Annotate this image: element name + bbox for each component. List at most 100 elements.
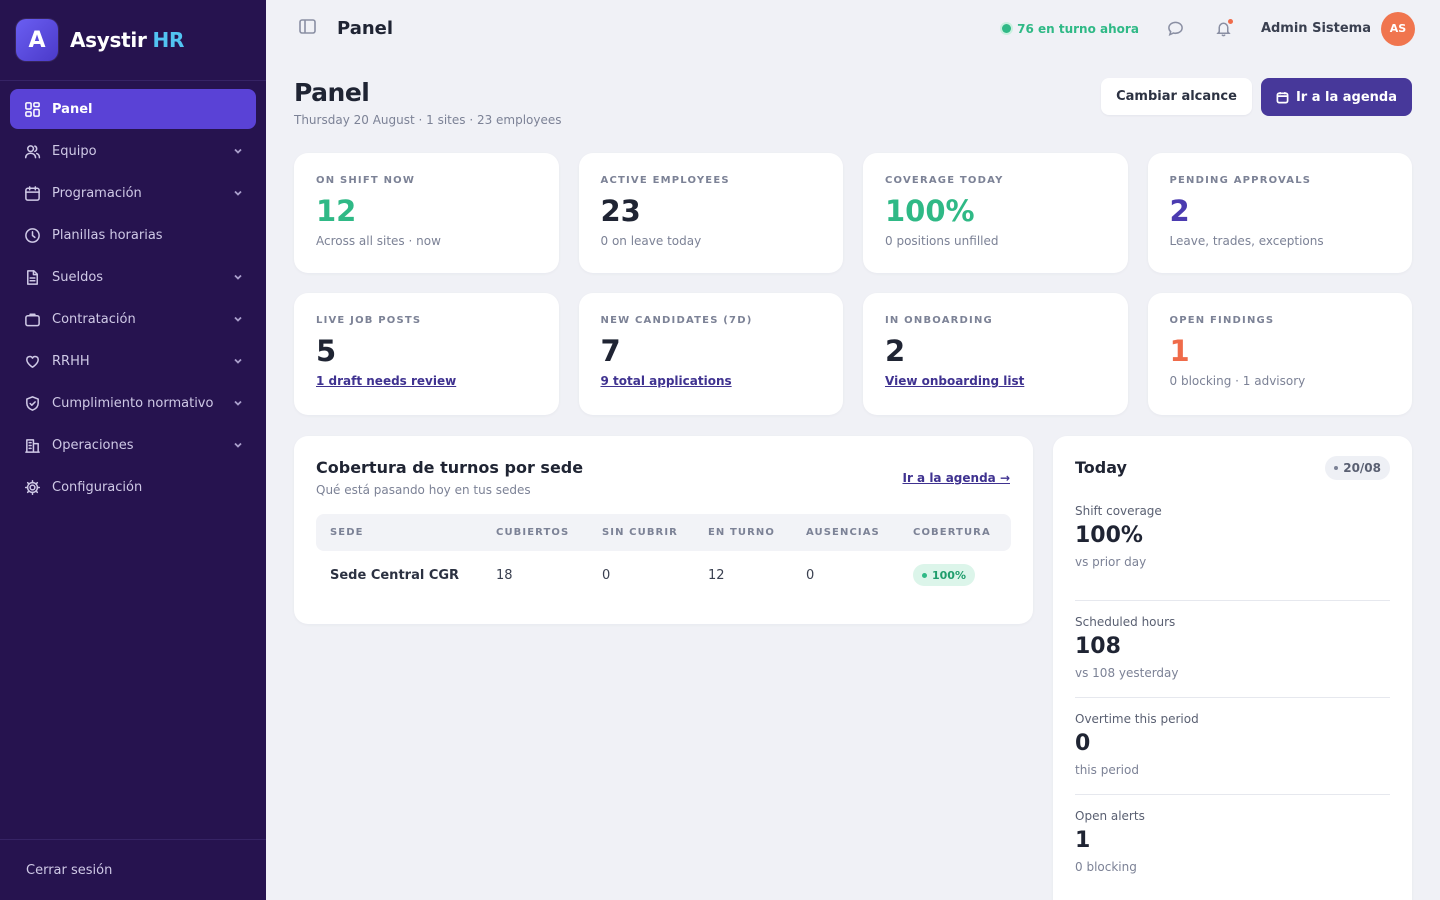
metric-shift-coverage: Shift coverage 100% vs prior day (1075, 504, 1390, 601)
table-row[interactable]: Sede Central CGR 18 0 12 0 100% (316, 551, 1011, 599)
total-applications-link[interactable]: 9 total applications (601, 374, 732, 388)
sidebar-nav: Panel Equipo Programación Planillas hora… (0, 81, 266, 507)
sidebar-item-programacion[interactable]: Programación (10, 173, 256, 213)
coverage-table: SEDE CUBIERTOS SIN CUBRIR EN TURNO AUSEN… (316, 514, 1011, 599)
site-name: Sede Central CGR (330, 567, 460, 583)
go-to-agenda-label: Ir a la agenda (1295, 89, 1397, 105)
stat-label: LIVE JOB POSTS (316, 315, 422, 326)
stat-card-open-findings[interactable]: OPEN FINDINGS 1 0 blocking · 1 advisory (1147, 293, 1412, 415)
page-header: Panel Thursday 20 August · 1 sites · 23 … (294, 78, 1412, 127)
header-actions: Cambiar alcance Ir a la agenda (1101, 78, 1412, 116)
stat-card-active-employees[interactable]: ACTIVE EMPLOYEES 23 0 on leave today (578, 153, 843, 273)
onboarding-list-link[interactable]: View onboarding list (885, 374, 1024, 388)
metric-label: Open alerts (1075, 809, 1145, 823)
metric-value: 0 (1075, 731, 1091, 756)
clock-icon (23, 226, 41, 244)
stat-note: 0 blocking · 1 advisory (1169, 373, 1306, 388)
absences-count: 0 (806, 567, 815, 583)
column-header[interactable]: SEDE (316, 527, 496, 538)
chevron-down-icon[interactable] (232, 397, 244, 409)
user-name[interactable]: Admin Sistema (1261, 21, 1371, 36)
topbar: Panel 76 en turno ahora Admin Sistema AS (266, 0, 1440, 57)
go-to-agenda-button[interactable]: Ir a la agenda (1260, 78, 1412, 116)
heart-icon (23, 352, 41, 370)
sidebar-toggle-icon[interactable] (298, 17, 317, 40)
chevron-down-icon[interactable] (232, 313, 244, 325)
date-badge-text: 20/08 (1343, 461, 1381, 475)
briefcase-icon (23, 310, 41, 328)
stat-label: COVERAGE TODAY (885, 175, 1004, 186)
dot-icon (1334, 466, 1339, 470)
stats-row-1: ON SHIFT NOW 12 Across all sites · now A… (294, 153, 1412, 273)
sidebar-item-label: Planillas horarias (52, 227, 163, 243)
column-header[interactable]: COBERTURA (913, 527, 1011, 538)
stat-note: Leave, trades, exceptions (1169, 233, 1324, 248)
stat-card-new-candidates[interactable]: NEW CANDIDATES (7D) 7 9 total applicatio… (578, 293, 843, 415)
coverage-cell: 100% (913, 564, 1011, 586)
stat-card-live-job-posts[interactable]: LIVE JOB POSTS 5 1 draft needs review (294, 293, 559, 415)
agenda-link[interactable]: Ir a la agenda → (902, 471, 1010, 485)
status-dot-icon (922, 572, 927, 578)
column-header[interactable]: AUSENCIAS (806, 527, 913, 538)
sidebar: A Asystir HR Panel Equipo Programación Pl… (0, 0, 266, 900)
sidebar-item-operaciones[interactable]: Operaciones (10, 425, 256, 465)
logout-button[interactable]: Cerrar sesión (0, 839, 266, 900)
topbar-title: Panel (337, 18, 394, 39)
sidebar-item-contratacion[interactable]: Contratación (10, 299, 256, 339)
column-header[interactable]: CUBIERTOS (496, 527, 602, 538)
draft-review-link[interactable]: 1 draft needs review (316, 374, 456, 388)
bell-icon[interactable] (1213, 18, 1235, 40)
change-scope-button[interactable]: Cambiar alcance (1101, 78, 1252, 115)
stat-card-on-shift[interactable]: ON SHIFT NOW 12 Across all sites · now (294, 153, 559, 273)
column-header[interactable]: SIN CUBRIR (602, 527, 708, 538)
sidebar-item-panel[interactable]: Panel (10, 89, 256, 129)
chevron-down-icon[interactable] (232, 187, 244, 199)
chevron-down-icon[interactable] (232, 355, 244, 367)
stat-value: 1 (1169, 334, 1190, 368)
sidebar-item-equipo[interactable]: Equipo (10, 131, 256, 171)
stats-row-2: LIVE JOB POSTS 5 1 draft needs review NE… (294, 293, 1412, 415)
stat-card-coverage-today[interactable]: COVERAGE TODAY 100% 0 positions unfilled (863, 153, 1128, 273)
on-shift-text: 76 en turno ahora (1017, 21, 1139, 36)
metric-open-alerts: Open alerts 1 0 blocking (1075, 795, 1390, 892)
stat-note: Across all sites · now (316, 233, 441, 248)
building-icon (23, 436, 41, 454)
today-card: Today 20/08 Shift coverage 100% vs prior… (1053, 436, 1412, 900)
sidebar-item-cumplimiento-normativo[interactable]: Cumplimiento normativo (10, 383, 256, 423)
chevron-down-icon[interactable] (232, 271, 244, 283)
sidebar-item-planillas-horarias[interactable]: Planillas horarias (10, 215, 256, 255)
stat-value: 5 (316, 334, 337, 368)
avatar[interactable]: AS (1381, 11, 1415, 46)
stat-note: 0 on leave today (600, 233, 702, 248)
chat-icon[interactable] (1165, 18, 1187, 40)
sidebar-item-sueldos[interactable]: Sueldos (10, 257, 256, 297)
sidebar-item-label: Contratación (52, 311, 136, 327)
today-metrics: Shift coverage 100% vs prior day Schedul… (1075, 504, 1390, 892)
sidebar-item-rrhh[interactable]: RRHH (10, 341, 256, 381)
metric-value: 100% (1075, 523, 1143, 548)
shield-icon (23, 394, 41, 412)
chevron-down-icon[interactable] (232, 439, 244, 451)
chevron-down-icon[interactable] (232, 145, 244, 157)
stat-card-in-onboarding[interactable]: IN ONBOARDING 2 View onboarding list (863, 293, 1128, 415)
stat-value: 7 (600, 334, 621, 368)
stat-card-pending-approvals[interactable]: PENDING APPROVALS 2 Leave, trades, excep… (1147, 153, 1412, 273)
sidebar-item-label: RRHH (52, 353, 90, 369)
uncovered-count: 0 (602, 567, 611, 583)
stat-label: ON SHIFT NOW (316, 175, 416, 186)
stat-value: 2 (885, 334, 906, 368)
coverage-subtitle: Qué está pasando hoy en tus sedes (316, 483, 531, 497)
sidebar-item-label: Cumplimiento normativo (52, 395, 214, 411)
date-badge: 20/08 (1325, 456, 1390, 480)
column-header[interactable]: EN TURNO (708, 527, 806, 538)
brand-name: Asystir HR (70, 28, 184, 52)
users-icon (23, 142, 41, 160)
metric-value: 108 (1075, 634, 1121, 659)
on-shift-indicator[interactable]: 76 en turno ahora (1002, 22, 1139, 36)
stat-note: 0 positions unfilled (885, 233, 999, 248)
coverage-badge-text: 100% (932, 568, 966, 582)
sidebar-item-configuracion[interactable]: Configuración (10, 467, 256, 507)
brand[interactable]: A Asystir HR (0, 0, 266, 81)
stat-label: IN ONBOARDING (885, 315, 993, 326)
stat-label: PENDING APPROVALS (1169, 175, 1312, 186)
